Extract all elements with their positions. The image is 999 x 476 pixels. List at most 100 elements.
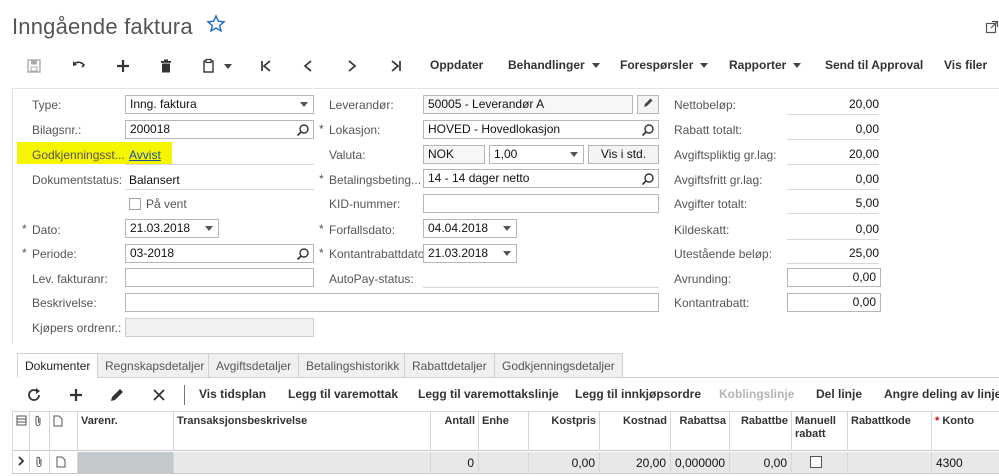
edit-leverandor-button[interactable] xyxy=(637,95,659,114)
field-underline xyxy=(787,139,879,140)
send-approval-button[interactable]: Send til Approval xyxy=(825,58,923,72)
avrunding-input[interactable]: 0,00 xyxy=(787,268,881,287)
tab-dokumenter[interactable]: Dokumenter xyxy=(17,353,99,378)
foresporsler-menu[interactable]: Forespørsler xyxy=(620,58,709,72)
valuta-input[interactable]: NOK xyxy=(423,145,485,164)
kostnad-header[interactable]: Kostnad xyxy=(600,411,671,451)
copy-paste-icon[interactable] xyxy=(196,56,236,76)
row-attachment[interactable] xyxy=(30,452,50,474)
vis-tidsplan-button[interactable]: Vis tidsplan xyxy=(199,387,266,401)
next-record-icon[interactable] xyxy=(342,56,362,76)
field-underline xyxy=(125,189,314,190)
lev-fakturanr-input[interactable] xyxy=(125,268,314,287)
beskrivelse-input[interactable] xyxy=(125,293,659,312)
nettobelop-label: Nettobeløp: xyxy=(674,98,737,112)
rabatt-totalt-label: Rabatt totalt: xyxy=(674,123,743,137)
row-kostnad-cell[interactable]: 20,00 xyxy=(600,452,671,474)
tab-godkjenningsdetaljer[interactable]: Godkjenningsdetaljer xyxy=(494,353,623,378)
type-label: Type: xyxy=(32,98,62,112)
angre-deling-button[interactable]: Angre deling av linje xyxy=(884,387,999,401)
row-beskrivelse-cell[interactable] xyxy=(174,452,431,474)
rapporter-menu[interactable]: Rapporter xyxy=(729,58,802,72)
kontantrabattdato-picker[interactable]: 21.03.2018 xyxy=(423,244,517,263)
beskrivelse-header[interactable]: Transaksjonsbeskrivelse xyxy=(174,411,431,451)
del-linje-button[interactable]: Del linje xyxy=(816,387,862,401)
row-enhet-cell[interactable] xyxy=(479,452,529,474)
kontantrabatt-input[interactable]: 0,00 xyxy=(787,293,881,312)
field-underline xyxy=(787,213,879,214)
varenr-header[interactable]: Varenr. xyxy=(78,411,174,451)
tab-rabattdetaljer[interactable]: Rabattdetaljer xyxy=(404,353,495,378)
lokasjon-input[interactable]: HOVED - Hovedlokasjon xyxy=(423,120,659,139)
dato-picker[interactable]: 21.03.2018 xyxy=(125,219,219,238)
kurs-select[interactable]: 1,00 xyxy=(489,145,584,164)
grid-settings-icon xyxy=(16,415,27,426)
rabattbelop-header[interactable]: Rabattbe xyxy=(730,411,792,451)
row-manuell-rabatt-cell[interactable] xyxy=(792,452,848,474)
first-record-icon[interactable] xyxy=(256,56,276,76)
tab-betalingshistorikk[interactable]: Betalingshistorikk xyxy=(298,353,408,378)
pa-vent-label: På vent xyxy=(146,197,187,211)
chevron-down-icon xyxy=(503,226,511,231)
kostpris-header[interactable]: Kostpris xyxy=(529,411,600,451)
add-row-icon[interactable] xyxy=(67,386,85,404)
vis-filer-button[interactable]: Vis filer xyxy=(944,58,987,72)
row-kostpris-cell[interactable]: 0,00 xyxy=(529,452,600,474)
chevron-down-icon xyxy=(503,251,511,256)
grid-settings-header[interactable] xyxy=(12,411,30,451)
undo-icon[interactable] xyxy=(69,56,89,76)
chevron-down-icon xyxy=(793,63,802,69)
pa-vent-checkbox[interactable] xyxy=(129,198,141,210)
row-rabattsats-cell[interactable]: 0,000000 xyxy=(671,452,730,474)
vis-i-std-button[interactable]: Vis i std. xyxy=(588,145,659,164)
row-expand[interactable] xyxy=(12,452,30,474)
save-icon[interactable] xyxy=(24,56,44,76)
edit-icon[interactable] xyxy=(108,386,126,404)
manuell-rabatt-header[interactable]: Manuell rabatt xyxy=(792,411,848,451)
close-icon[interactable] xyxy=(150,386,168,404)
search-icon[interactable] xyxy=(641,172,655,186)
last-record-icon[interactable] xyxy=(386,56,406,76)
field-underline xyxy=(787,263,879,264)
row-antall-cell[interactable]: 0 xyxy=(431,452,479,474)
manuell-rabatt-checkbox[interactable] xyxy=(810,456,822,468)
refresh-icon[interactable] xyxy=(25,386,43,404)
row-note[interactable] xyxy=(50,452,78,474)
row-rabattbelop-cell[interactable]: 0,00 xyxy=(730,452,792,474)
open-external-icon[interactable] xyxy=(985,20,999,34)
tab-regnskapsdetaljer[interactable]: Regnskapsdetaljer xyxy=(97,353,213,378)
previous-record-icon[interactable] xyxy=(298,56,318,76)
leverandor-input[interactable]: 50005 - Leverandør A xyxy=(423,95,633,114)
konto-header[interactable]: * Konto xyxy=(932,411,999,451)
type-select[interactable]: Inng. faktura xyxy=(125,95,314,114)
search-icon[interactable] xyxy=(296,247,310,261)
required-mark: * xyxy=(319,172,324,186)
tab-avgiftsdetaljer[interactable]: Avgiftsdetaljer xyxy=(208,353,300,378)
type-value: Inng. faktura xyxy=(130,97,197,111)
antall-header[interactable]: Antall xyxy=(431,411,479,451)
legg-til-varemottak-button[interactable]: Legg til varemottak xyxy=(288,387,398,401)
search-icon[interactable] xyxy=(296,123,310,137)
search-icon[interactable] xyxy=(641,123,655,137)
kid-nummer-input[interactable] xyxy=(423,194,659,213)
delete-icon[interactable] xyxy=(156,56,176,76)
godkjenningsstatus-link[interactable]: Avvist xyxy=(129,148,161,162)
rabattkode-header[interactable]: Rabattkode xyxy=(848,411,932,451)
periode-input[interactable]: 03-2018 xyxy=(125,244,314,263)
behandlinger-menu[interactable]: Behandlinger xyxy=(508,58,600,72)
row-varenr-cell[interactable] xyxy=(78,452,174,474)
oppdater-button[interactable]: Oppdater xyxy=(430,58,483,72)
add-icon[interactable] xyxy=(113,56,133,76)
legg-til-varemottakslinje-button[interactable]: Legg til varemottakslinje xyxy=(418,387,559,401)
legg-til-innkjopsordre-button[interactable]: Legg til innkjøpsordre xyxy=(575,387,701,401)
forfallsdato-picker[interactable]: 04.04.2018 xyxy=(423,219,517,238)
row-rabattkode-cell[interactable] xyxy=(848,452,932,474)
bilagsnr-input[interactable]: 200018 xyxy=(125,120,314,139)
row-konto-cell[interactable]: 4300 xyxy=(932,452,999,474)
bilagsnr-label: Bilagsnr.: xyxy=(32,123,82,137)
favorite-star-icon[interactable] xyxy=(206,14,226,34)
required-mark: * xyxy=(22,246,27,260)
betalingsbetingelser-input[interactable]: 14 - 14 dager netto xyxy=(423,169,659,188)
rabattsats-header[interactable]: Rabattsa xyxy=(671,411,730,451)
enhet-header[interactable]: Enhe xyxy=(479,411,529,451)
